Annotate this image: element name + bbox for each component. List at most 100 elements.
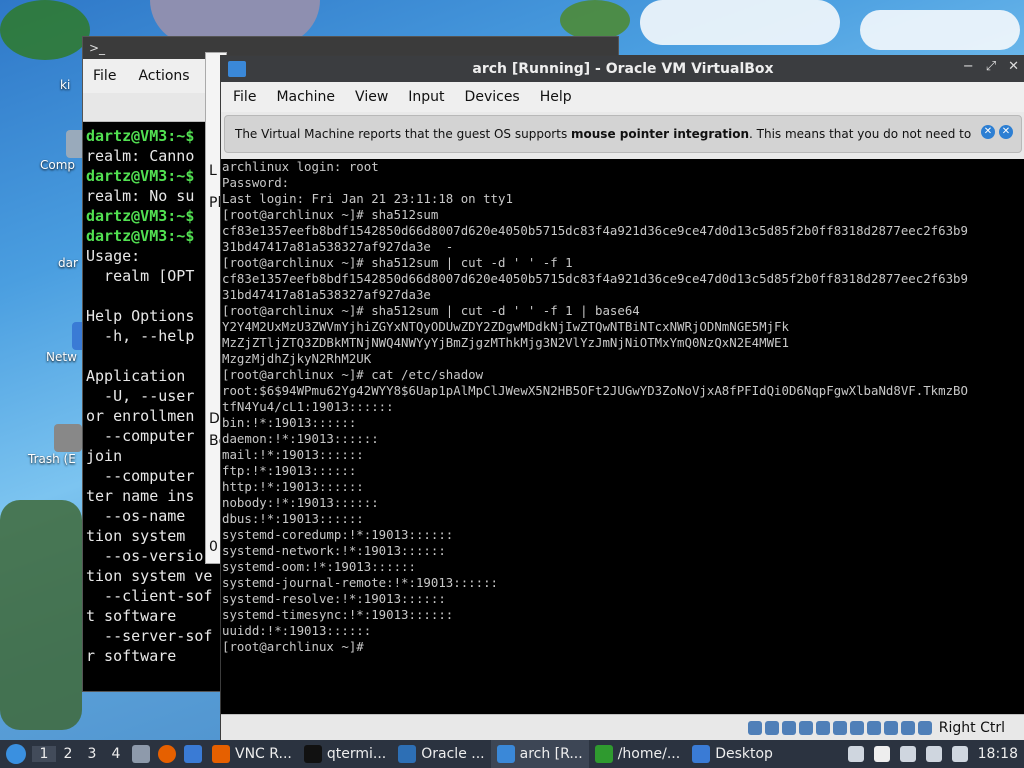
taskbar-task-label: Oracle ... [421,746,485,762]
taskbar-task-arch[interactable]: arch [R... [490,740,589,768]
menu-input[interactable]: Input [398,89,454,105]
terminal-icon [303,745,322,763]
folder-icon [692,745,711,763]
file-manager-icon[interactable] [132,745,150,763]
virtualbox-menubar: File Machine View Input Devices Help [221,82,1024,112]
menu-help[interactable]: Help [530,89,582,105]
console-line: systemd-resolve:!*:19013:::::: [222,591,446,606]
workspace-4[interactable]: 4 [104,746,128,762]
audio-icon[interactable] [781,721,796,735]
console-line: systemd-network:!*:19013:::::: [222,543,446,558]
firefox-icon[interactable] [158,745,176,763]
recording-icon[interactable] [866,721,881,735]
close-button[interactable]: ✕ [1008,59,1019,74]
console-line: cf83e1357eefb8bdf1542850d66d8007d620e405… [222,223,968,238]
terminal-text: --computer [86,427,195,445]
optical-icon[interactable] [764,721,779,735]
taskbar-task-label: qtermi... [326,746,387,762]
terminal-text: Help Options [86,307,195,325]
terminal-text: --os-name [86,507,186,525]
console-line: tfN4Yu4/cL1:19013:::::: [222,399,394,414]
taskbar-task-oracle[interactable]: Oracle ... [392,740,490,768]
console-line: [root@archlinux ~]# cat /etc/shadow [222,367,484,382]
notice-close-icon[interactable]: ✕ [999,125,1013,139]
terminal-text: tion system [86,527,186,545]
network-icon[interactable] [925,746,942,762]
taskbar-task-qterminal[interactable]: qtermi... [298,740,392,768]
host-key-label: Right Ctrl [938,720,1005,736]
cpu-icon[interactable] [883,721,898,735]
terminal-text: tion system ve [86,567,213,585]
terminal-text: Application [86,367,186,385]
terminal-text: --server-sof [86,627,213,645]
console-line: uuidd:!*:19013:::::: [222,623,372,638]
terminal-text: realm: Canno [86,147,195,165]
workspace-3[interactable]: 3 [80,746,104,762]
vm-console-screen[interactable]: archlinux login: root Password: Last login… [221,159,1024,714]
terminal-text: realm [OPT [86,267,195,285]
clipboard-icon[interactable] [899,746,916,762]
terminal-text: r software [86,647,177,665]
hdd-icon[interactable] [747,721,762,735]
menu-actions[interactable]: Actions [138,68,189,84]
taskbar-task-home[interactable]: /home/... [589,740,686,768]
console-line: root:$6$94WPmu62Yg42WYY8$6Uap1pAlMpClJWe… [222,383,968,398]
shared-folder-icon[interactable] [832,721,847,735]
console-line: daemon:!*:19013:::::: [222,431,379,446]
firefox-icon [212,745,230,763]
workspace-1[interactable]: 1 [32,746,56,762]
display-icon[interactable] [951,746,968,762]
virtualbox-window[interactable]: arch [Running] - Oracle VM VirtualBox − … [220,55,1024,742]
shell-prompt: dartz@VM3:~$ [86,127,195,145]
terminal-icon: >_ [89,41,106,55]
shell-prompt: dartz@VM3:~$ [86,227,195,245]
vm-console-output[interactable]: archlinux login: root Password: Last login… [221,159,1024,655]
virtualbox-statusbar: Right Ctrl [221,714,1024,741]
terminal-text: t software [86,607,177,625]
console-line: bin:!*:19013:::::: [222,415,357,430]
console-line: Y2Y4M2UxMzU3ZWVmYjhiZGYxNTQyODUwZDY2ZDgw… [222,319,789,334]
menu-machine[interactable]: Machine [266,89,345,105]
taskbar: 1 2 3 4 VNC R... qtermi... Oracle ... arch … [0,740,1024,768]
console-line: nobody:!*:19013:::::: [222,495,379,510]
display-icon[interactable] [849,721,864,735]
terminal-text: ter name ins [86,487,195,505]
menu-file[interactable]: File [93,68,116,84]
menu-devices[interactable]: Devices [455,89,530,105]
terminal-text: --computer [86,467,195,485]
console-line: Password: [222,175,290,190]
terminal-text: -U, --user [86,387,195,405]
console-line: archlinux login: root [222,159,379,174]
workspace-2[interactable]: 2 [56,746,80,762]
menu-view[interactable]: View [345,89,398,105]
show-desktop-icon[interactable] [184,745,202,763]
virtualbox-titlebar[interactable]: arch [Running] - Oracle VM VirtualBox − … [221,56,1024,82]
terminal-text: join [86,447,123,465]
network-icon[interactable] [798,721,813,735]
mouse-integration-icon[interactable] [900,721,915,735]
menu-file[interactable]: File [223,89,266,105]
virtualbox-icon [496,745,515,763]
console-line: 31bd47417a81a538327af927da3e [222,287,431,302]
console-line: [root@archlinux ~]# sha512sum | cut -d '… [222,303,640,318]
terminal-text: --os-versio [86,547,204,565]
console-line: [root@archlinux ~]# sha512sum [222,207,439,222]
taskbar-task-label: arch [R... [519,746,583,762]
terminal-text: or enrollmen [86,407,195,425]
screenshot-icon[interactable] [847,746,864,762]
notice-dismiss-icon[interactable]: ✕ [981,125,995,139]
start-menu-icon[interactable] [6,744,26,764]
clock[interactable]: 18:18 [978,746,1018,762]
terminal-text: Usage: [86,247,141,265]
console-line: systemd-timesync:!*:19013:::::: [222,607,454,622]
volume-icon[interactable] [873,746,890,762]
shell-prompt: dartz@VM3:~$ [86,167,195,185]
window-fragment: 0 [209,539,218,555]
taskbar-task-label: VNC R... [235,746,292,762]
usb-icon[interactable] [815,721,830,735]
taskbar-task-desktop[interactable]: Desktop [686,740,779,768]
taskbar-task-vnc[interactable]: VNC R... [206,740,298,768]
minimize-button[interactable]: − [963,59,974,74]
keyboard-icon[interactable] [917,721,932,735]
maximize-button[interactable]: ⤢ [986,59,996,74]
